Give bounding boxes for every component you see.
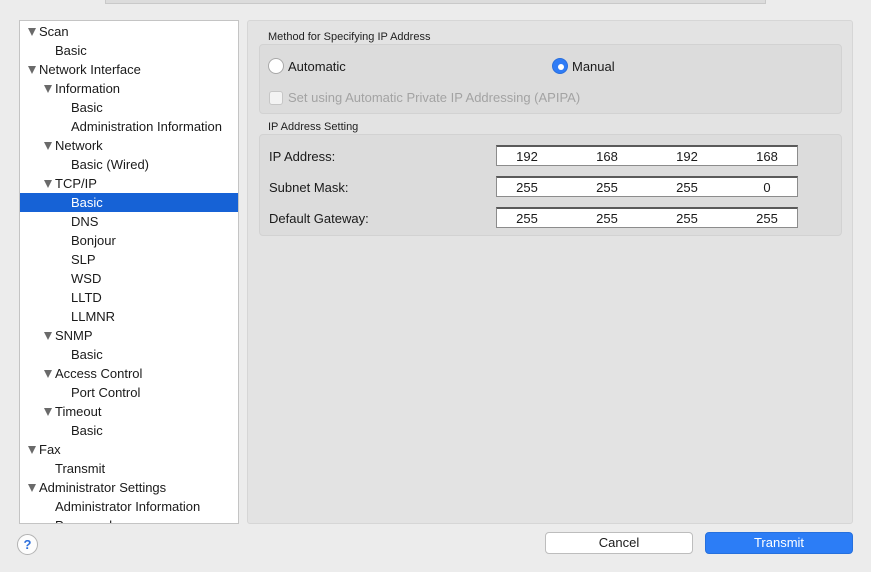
ip-octet-input[interactable]: 255 — [507, 211, 547, 226]
ip-address-input[interactable]: 192 168 192 168 — [496, 145, 798, 166]
tree-item[interactable]: Scan — [20, 22, 238, 41]
tree-item-label: SLP — [71, 252, 96, 267]
tree-item[interactable]: Network Interface — [20, 60, 238, 79]
ip-setting-group: IP Address: 192 168 192 168 Subnet Mask: 255 25… — [259, 134, 842, 236]
tree-item-label: Port Control — [71, 385, 141, 400]
tree-item[interactable]: Port Control — [20, 383, 238, 402]
tree-item[interactable]: LLTD — [20, 288, 238, 307]
tree-item-label: WSD — [71, 271, 102, 286]
disclosure-triangle-icon[interactable] — [44, 85, 52, 93]
tree-item[interactable]: SNMP — [20, 326, 238, 345]
window-top-edge — [105, 0, 766, 4]
tree-item[interactable]: Timeout — [20, 402, 238, 421]
tree-item[interactable]: Access Control — [20, 364, 238, 383]
disclosure-triangle-icon[interactable] — [44, 370, 52, 378]
tree-item-label: TCP/IP — [55, 176, 97, 191]
tree-item[interactable]: Bonjour — [20, 231, 238, 250]
method-section-title: Method for Specifying IP Address — [268, 31, 431, 43]
tree-item-label: Fax — [39, 442, 61, 457]
tree-item[interactable]: Basic — [20, 193, 238, 212]
disclosure-triangle-icon[interactable] — [28, 66, 36, 74]
disclosure-triangle-icon[interactable] — [44, 142, 52, 150]
ip-octet-input[interactable]: 255 — [667, 180, 707, 195]
ip-octet-input[interactable]: 255 — [747, 211, 787, 226]
settings-panel: Method for Specifying IP Address Automat… — [247, 20, 853, 524]
tree-item-label: Network Interface — [39, 62, 141, 77]
tree-item-label: Bonjour — [71, 233, 116, 248]
cancel-button[interactable]: Cancel — [545, 532, 693, 554]
ip-octet-input[interactable]: 0 — [747, 180, 787, 195]
tree-item[interactable]: Administrator Settings — [20, 478, 238, 497]
apipa-label: Set using Automatic Private IP Addressin… — [288, 90, 581, 105]
tree-item[interactable]: Fax — [20, 440, 238, 459]
ip-octet-input[interactable]: 192 — [667, 149, 707, 164]
apipa-checkbox[interactable] — [269, 91, 283, 105]
tree-item-label: Administrator Settings — [39, 480, 167, 495]
method-group: Automatic Manual Set using Automatic Pri… — [259, 44, 842, 114]
tree-item-label: Basic — [71, 423, 103, 438]
tree-item[interactable]: SLP — [20, 250, 238, 269]
disclosure-triangle-icon[interactable] — [44, 180, 52, 188]
ip-octet-input[interactable]: 255 — [587, 180, 627, 195]
ip-field-label: Subnet Mask: — [269, 180, 349, 195]
tree-item[interactable]: Basic — [20, 98, 238, 117]
tree-item-label: LLTD — [71, 290, 102, 305]
ip-setting-section-title: IP Address Setting — [268, 121, 359, 133]
ip-octet-input[interactable]: 168 — [747, 149, 787, 164]
manual-radio[interactable] — [552, 58, 568, 74]
help-button[interactable]: ? — [17, 534, 38, 555]
disclosure-triangle-icon[interactable] — [28, 484, 36, 492]
ip-address-input[interactable]: 255 255 255 255 — [496, 207, 798, 228]
automatic-radio[interactable] — [268, 58, 284, 74]
tree-item[interactable]: Basic — [20, 421, 238, 440]
tree-item[interactable]: LLMNR — [20, 307, 238, 326]
tree-item[interactable]: TCP/IP — [20, 174, 238, 193]
tree-item-label: Administration Information — [71, 119, 223, 134]
manual-label[interactable]: Manual — [572, 59, 615, 74]
tree-item[interactable]: WSD — [20, 269, 238, 288]
ip-address-input[interactable]: 255 255 255 0 — [496, 176, 798, 197]
tree-item-label: Transmit — [55, 461, 106, 476]
tree-item-label: Password — [55, 516, 112, 523]
tree-item-label: SNMP — [55, 328, 93, 343]
tree-item[interactable]: Information — [20, 79, 238, 98]
tree-item[interactable]: Transmit — [20, 459, 238, 478]
tree-item-label: Basic — [71, 347, 103, 362]
ip-octet-input[interactable]: 255 — [507, 180, 547, 195]
tree-item-label: Basic — [71, 195, 103, 210]
settings-tree[interactable]: Scan Basic Network Interface Information Bas… — [19, 20, 239, 524]
disclosure-triangle-icon[interactable] — [28, 28, 36, 36]
ip-field-label: Default Gateway: — [269, 211, 369, 226]
disclosure-triangle-icon[interactable] — [28, 446, 36, 454]
tree-item-label: Scan — [39, 24, 69, 39]
ip-octet-input[interactable]: 255 — [587, 211, 627, 226]
tree-item-label: Administrator Information — [55, 499, 201, 514]
transmit-button[interactable]: Transmit — [705, 532, 853, 554]
tree-item[interactable]: Network — [20, 136, 238, 155]
tree-item-label: LLMNR — [71, 309, 116, 324]
automatic-label[interactable]: Automatic — [288, 59, 346, 74]
tree-item-label: Access Control — [55, 366, 143, 381]
tree-item-label: Basic — [55, 43, 87, 58]
tree-item-label: DNS — [71, 214, 99, 229]
tree-item[interactable]: Password — [20, 516, 238, 523]
ip-field-label: IP Address: — [269, 149, 336, 164]
tree-item[interactable]: Basic — [20, 345, 238, 364]
tree-item-label: Information — [55, 81, 121, 96]
ip-octet-input[interactable]: 255 — [667, 211, 707, 226]
tree-item-label: Network — [55, 138, 103, 153]
tree-item[interactable]: Basic (Wired) — [20, 155, 238, 174]
disclosure-triangle-icon[interactable] — [44, 408, 52, 416]
tree-item[interactable]: DNS — [20, 212, 238, 231]
tree-item-label: Basic (Wired) — [71, 157, 150, 172]
tree-item-label: Basic — [71, 100, 103, 115]
ip-octet-input[interactable]: 192 — [507, 149, 547, 164]
disclosure-triangle-icon[interactable] — [44, 332, 52, 340]
tree-item[interactable]: Administration Information — [20, 117, 238, 136]
tree-item[interactable]: Administrator Information — [20, 497, 238, 516]
tree-item[interactable]: Basic — [20, 41, 238, 60]
ip-octet-input[interactable]: 168 — [587, 149, 627, 164]
tree-item-label: Timeout — [55, 404, 102, 419]
